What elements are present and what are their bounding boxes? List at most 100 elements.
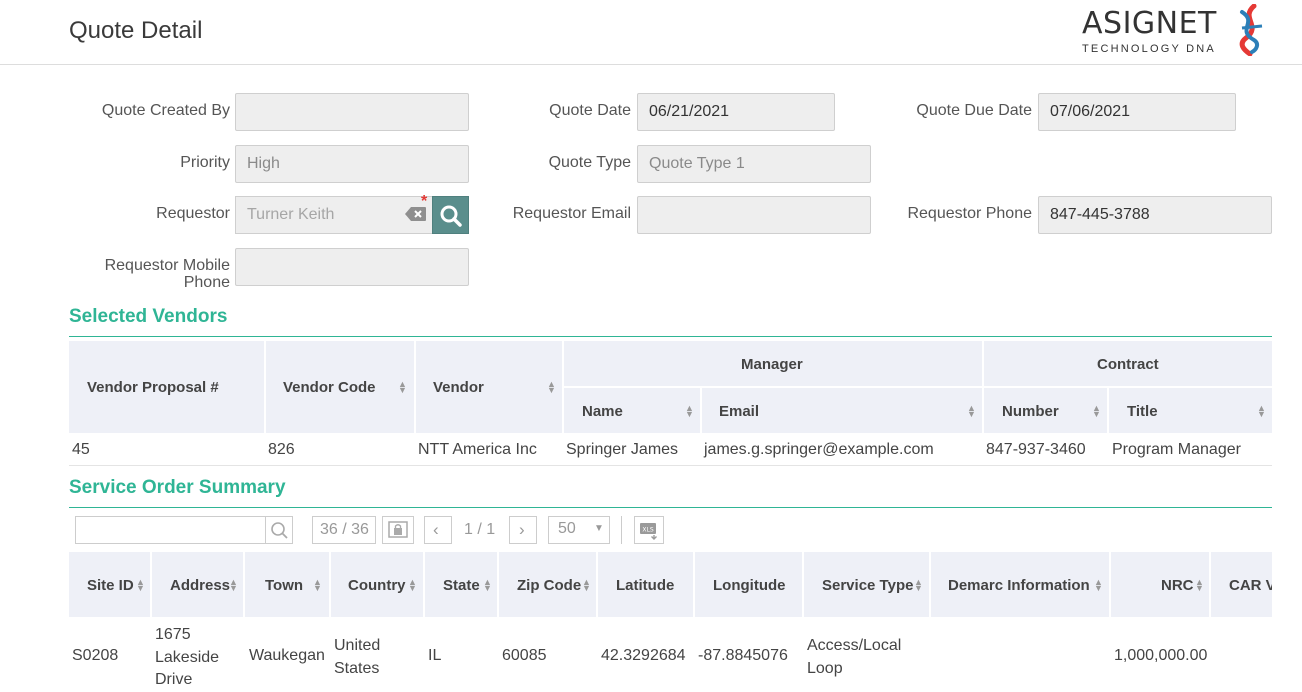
sort-icon: ▲ ▼: [1257, 403, 1266, 419]
next-page-button[interactable]: ›: [509, 516, 537, 544]
requestor-search-button[interactable]: [432, 196, 469, 234]
requestor-mobile-label-line2: Phone: [183, 274, 230, 291]
sort-icon: ▲ ▼: [967, 403, 976, 419]
th-vendor[interactable]: Vendor ▲ ▼: [416, 341, 562, 433]
service-order-summary-title: Service Order Summary: [69, 477, 286, 498]
th-site-id[interactable]: Site ID ▲ ▼: [69, 552, 150, 617]
th-zip-code[interactable]: Zip Code ▲ ▼: [499, 552, 596, 617]
quote-due-date-label: Quote Due Date: [916, 102, 1032, 119]
th-longitude[interactable]: Longitude: [695, 552, 802, 617]
cell-latitude: 42.3292684: [601, 647, 686, 664]
sort-icon: ▲ ▼: [914, 577, 923, 593]
th-manager-group: Manager: [564, 341, 982, 386]
cell-vendor: NTT America Inc: [418, 441, 537, 458]
required-star-icon: *: [421, 193, 428, 210]
row-divider: [69, 465, 1272, 466]
cell-zip-code: 60085: [502, 647, 547, 664]
th-contract-number[interactable]: Number ▲ ▼: [984, 388, 1107, 433]
th-vendor-proposal[interactable]: Vendor Proposal #: [69, 341, 264, 433]
sort-icon: ▲ ▼: [547, 379, 556, 395]
lock-icon: [388, 521, 408, 538]
sort-icon: ▲ ▼: [408, 577, 417, 593]
sort-icon: ▲ ▼: [1195, 577, 1204, 593]
cell-code: 826: [268, 441, 295, 458]
requestor-mobile-field[interactable]: [235, 248, 469, 286]
cell-town: Waukegan: [249, 647, 325, 664]
cell-site-id: S0208: [72, 647, 119, 664]
chevron-right-icon: ›: [519, 520, 525, 539]
requestor-lookup: Turner Keith *: [235, 193, 469, 234]
chevron-down-icon: ▼: [594, 523, 604, 534]
th-state[interactable]: State ▲ ▼: [425, 552, 497, 617]
grid-search-input[interactable]: [75, 516, 266, 544]
cell-manager-email: james.g.springer@example.com: [704, 441, 934, 458]
th-contract-group: Contract: [984, 341, 1272, 386]
cell-nrc: 1,000,000.00: [1114, 647, 1208, 664]
th-country[interactable]: Country ▲ ▼: [331, 552, 423, 617]
export-excel-icon: XLS: [640, 523, 657, 540]
chevron-left-icon: ‹: [433, 520, 439, 539]
logo-name: ASIGNET: [1082, 6, 1217, 41]
sort-icon: ▲ ▼: [229, 577, 238, 593]
cell-proposal: 45: [72, 441, 90, 458]
cell-address: 1675 Lakeside Drive: [155, 626, 220, 688]
th-contract-title[interactable]: Title ▲ ▼: [1109, 388, 1272, 433]
sort-icon: ▲ ▼: [483, 577, 492, 593]
cell-manager-name: Springer James: [566, 441, 679, 458]
page-title: Quote Detail: [69, 17, 203, 44]
grid-search-button[interactable]: [265, 516, 293, 544]
record-count: 36 / 36: [312, 516, 376, 544]
th-vendor-code[interactable]: Vendor Code ▲ ▼: [266, 341, 414, 433]
requestor-mobile-label-line1: Requestor Mobile: [104, 257, 230, 274]
requestor-input[interactable]: Turner Keith: [235, 196, 432, 234]
export-excel-button[interactable]: XLS: [634, 516, 664, 544]
quote-type-label: Quote Type: [548, 154, 631, 171]
priority-field[interactable]: High: [235, 145, 469, 183]
selected-vendors-divider: [69, 336, 1272, 337]
requestor-email-field[interactable]: [637, 196, 871, 234]
logo-tagline: TECHNOLOGY DNA: [1082, 43, 1216, 55]
cell-state: IL: [428, 647, 442, 664]
quote-created-by-field[interactable]: [235, 93, 469, 131]
sort-icon: ▲ ▼: [398, 379, 407, 395]
th-manager-name[interactable]: Name ▲ ▼: [564, 388, 700, 433]
th-town[interactable]: Town ▲ ▼: [245, 552, 329, 617]
toolbar-separator: [621, 516, 622, 544]
cell-contract-title: Program Manager: [1112, 441, 1241, 458]
sort-icon: ▲ ▼: [582, 577, 591, 593]
th-service-type[interactable]: Service Type ▲ ▼: [804, 552, 929, 617]
th-car-value[interactable]: CAR Va: [1211, 552, 1272, 617]
th-nrc[interactable]: NRC ▲ ▼: [1111, 552, 1209, 617]
cell-country: United States: [334, 637, 381, 677]
quote-date-label: Quote Date: [549, 102, 631, 119]
quote-date-field[interactable]: 06/21/2021: [637, 93, 835, 131]
requestor-label: Requestor: [156, 205, 230, 222]
page-indicator: 1 / 1: [464, 521, 496, 538]
requestor-phone-label: Requestor Phone: [907, 205, 1032, 222]
sort-icon: ▲ ▼: [136, 577, 145, 593]
page-header: Quote Detail ASIGNET TECHNOLOGY DNA: [0, 0, 1302, 65]
th-latitude[interactable]: Latitude: [598, 552, 693, 617]
requestor-mobile-label: Requestor Mobile Phone: [60, 257, 230, 291]
requestor-email-label: Requestor Email: [512, 205, 631, 222]
sort-icon: ▲ ▼: [1092, 403, 1101, 419]
quote-type-field[interactable]: Quote Type 1: [637, 145, 871, 183]
cell-longitude: -87.8845076: [698, 647, 788, 664]
company-logo: ASIGNET TECHNOLOGY DNA: [1082, 4, 1272, 60]
prev-page-button[interactable]: ‹: [424, 516, 452, 544]
th-manager-email[interactable]: Email ▲ ▼: [702, 388, 982, 433]
search-icon: [440, 205, 462, 227]
page-size-select[interactable]: 50 ▼: [548, 516, 610, 544]
dna-helix-icon: [1239, 4, 1263, 56]
cell-contract-number: 847-937-3460: [986, 441, 1086, 458]
search-icon: [271, 522, 288, 539]
th-address[interactable]: Address ▲ ▼: [152, 552, 243, 617]
cell-service-type: Access/Local Loop: [807, 637, 902, 677]
sort-icon: ▲ ▼: [1094, 577, 1103, 593]
quote-due-date-field[interactable]: 07/06/2021: [1038, 93, 1236, 131]
quote-created-by-label: Quote Created By: [101, 102, 230, 119]
priority-label: Priority: [180, 154, 230, 171]
lock-columns-button[interactable]: [382, 516, 414, 544]
requestor-phone-field[interactable]: 847-445-3788: [1038, 196, 1272, 234]
th-demarc-information[interactable]: Demarc Information ▲ ▼: [931, 552, 1109, 617]
